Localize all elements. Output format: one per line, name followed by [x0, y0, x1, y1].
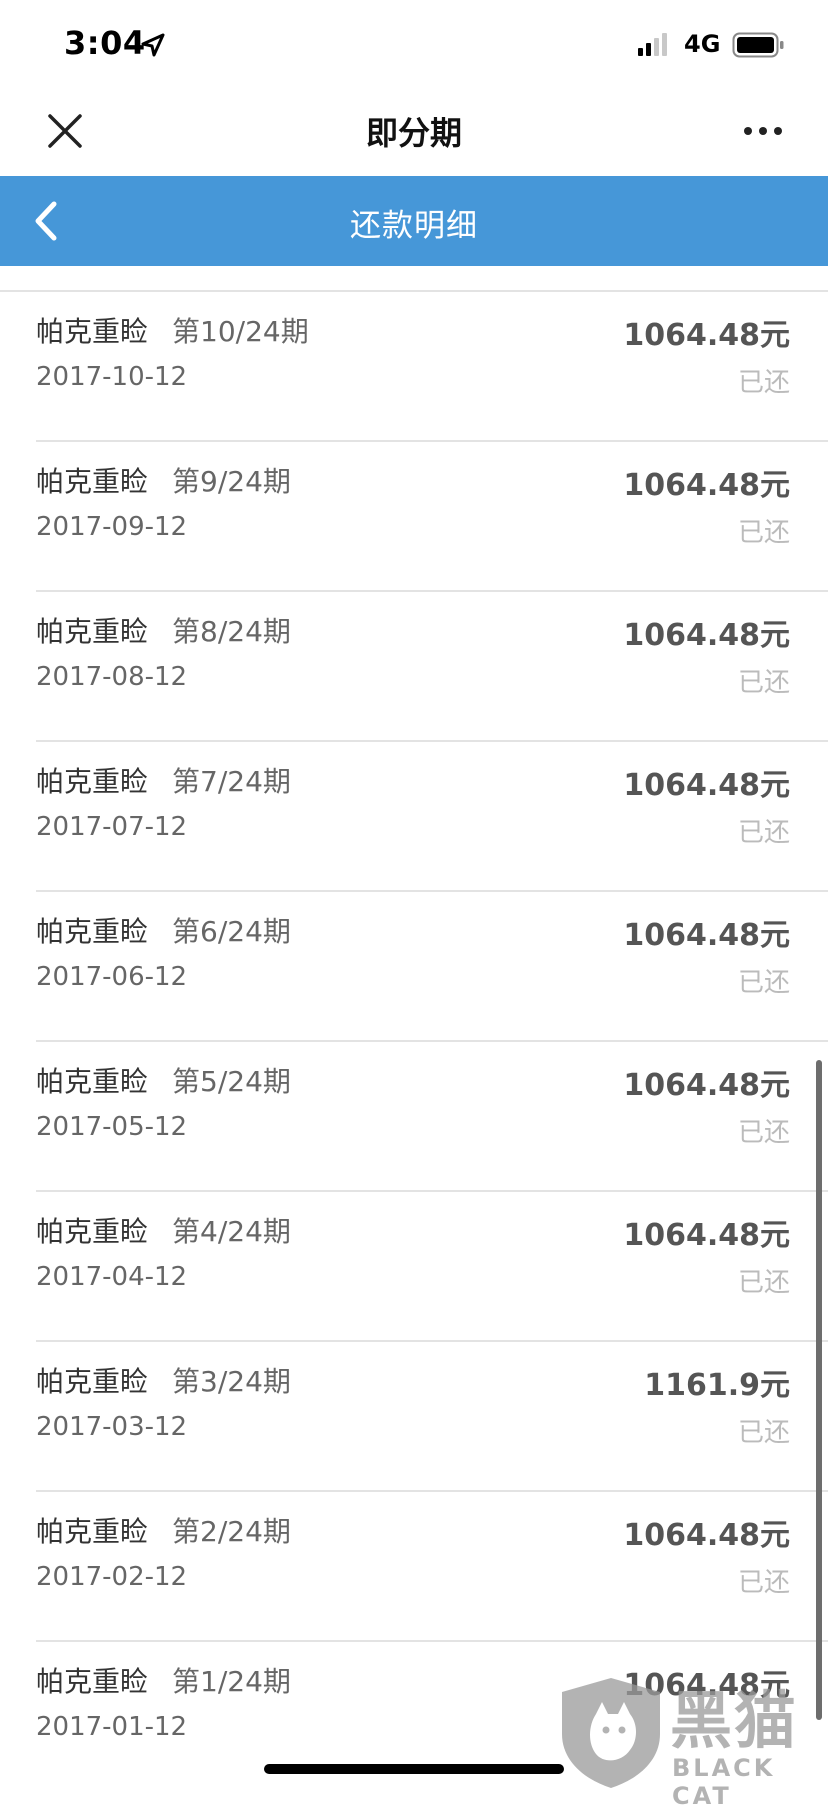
- item-amount: 1064.48元: [623, 1068, 790, 1103]
- item-name: 帕克重睑: [36, 915, 149, 948]
- watermark: 黑猫 BLACK CAT: [556, 1670, 828, 1810]
- item-date: 2017-04-12: [36, 1262, 188, 1292]
- list-item[interactable]: 帕克重睑 第4/24期 2017-04-12 1064.48元 已还: [0, 1192, 828, 1342]
- item-period: 第8/24期: [172, 615, 291, 648]
- more-icon[interactable]: [742, 116, 784, 146]
- item-status: 已还: [737, 1118, 790, 1148]
- item-period: 第5/24期: [172, 1065, 291, 1098]
- item-period: 第2/24期: [172, 1515, 291, 1548]
- item-period: 第1/24期: [172, 1665, 291, 1698]
- item-date: 2017-01-12: [36, 1712, 188, 1742]
- item-date: 2017-07-12: [36, 812, 188, 842]
- page-title: 还款明细: [350, 208, 478, 244]
- item-period: 第9/24期: [172, 465, 291, 498]
- item-status: 已还: [737, 668, 790, 698]
- signal-icon: [638, 33, 667, 56]
- item-status: 已还: [737, 1268, 790, 1298]
- page-header: 还款明细: [0, 176, 828, 266]
- item-date: 2017-06-12: [36, 962, 188, 992]
- list-item[interactable]: 帕克重睑 第9/24期 2017-09-12 1064.48元 已还: [0, 442, 828, 592]
- item-status: 已还: [737, 368, 790, 398]
- list-item[interactable]: 帕克重睑 第5/24期 2017-05-12 1064.48元 已还: [0, 1042, 828, 1192]
- item-status: 已还: [737, 518, 790, 548]
- item-date: 2017-03-12: [36, 1412, 188, 1442]
- status-bar: 3:04 4G: [0, 0, 828, 90]
- item-status: 已还: [737, 968, 790, 998]
- cat-shield-logo-icon: [562, 1678, 660, 1788]
- list-item[interactable]: 帕克重睑 第6/24期 2017-06-12 1064.48元 已还: [0, 892, 828, 1042]
- item-status: 已还: [737, 818, 790, 848]
- item-amount: 1064.48元: [623, 768, 790, 803]
- item-period: 第4/24期: [172, 1215, 291, 1248]
- list-item[interactable]: 帕克重睑 第10/24期 2017-10-12 1064.48元 已还: [0, 292, 828, 442]
- watermark-text-en: BLACK CAT: [672, 1754, 776, 1810]
- item-amount: 1064.48元: [623, 618, 790, 653]
- item-name: 帕克重睑: [36, 765, 149, 798]
- item-status: 已还: [737, 1568, 790, 1598]
- app-title: 即分期: [365, 114, 462, 152]
- item-date: 2017-05-12: [36, 1112, 188, 1142]
- item-amount: 1064.48元: [623, 468, 790, 503]
- item-name: 帕克重睑: [36, 615, 149, 648]
- item-name: 帕克重睑: [36, 1365, 149, 1398]
- list-item[interactable]: 帕克重睑 第7/24期 2017-07-12 1064.48元 已还: [0, 742, 828, 892]
- item-period: 第6/24期: [172, 915, 291, 948]
- item-period: 第3/24期: [172, 1365, 291, 1398]
- item-date: 2017-08-12: [36, 662, 188, 692]
- item-name: 帕克重睑: [36, 1515, 149, 1548]
- item-amount: 1064.48元: [623, 1218, 790, 1253]
- item-period: 第10/24期: [172, 315, 309, 348]
- item-amount: 1064.48元: [623, 918, 790, 953]
- item-date: 2017-02-12: [36, 1562, 188, 1592]
- watermark-text-cn: 黑猫: [670, 1684, 799, 1757]
- item-amount: 1161.9元: [644, 1368, 790, 1403]
- item-period: 第7/24期: [172, 765, 291, 798]
- item-name: 帕克重睑: [36, 1065, 149, 1098]
- list-item[interactable]: 帕克重睑 第3/24期 2017-03-12 1161.9元 已还: [0, 1342, 828, 1492]
- status-time: 3:04: [64, 24, 146, 62]
- scrollbar[interactable]: [816, 1060, 822, 1720]
- list-item[interactable]: 帕克重睑 第2/24期 2017-02-12 1064.48元 已还: [0, 1492, 828, 1642]
- item-amount: 1064.48元: [623, 318, 790, 353]
- item-status: 已还: [737, 1418, 790, 1448]
- battery-icon: [732, 32, 784, 58]
- item-name: 帕克重睑: [36, 1665, 149, 1698]
- item-date: 2017-09-12: [36, 512, 188, 542]
- list-item[interactable]: 帕克重睑 第8/24期 2017-08-12 1064.48元 已还: [0, 592, 828, 742]
- title-bar: 即分期: [0, 90, 828, 176]
- item-amount: 1064.48元: [623, 1518, 790, 1553]
- network-label: 4G: [684, 30, 721, 58]
- home-indicator[interactable]: [264, 1764, 564, 1774]
- item-date: 2017-10-12: [36, 362, 188, 392]
- item-name: 帕克重睑: [36, 465, 149, 498]
- location-arrow-icon: [141, 33, 165, 57]
- item-name: 帕克重睑: [36, 1215, 149, 1248]
- item-name: 帕克重睑: [36, 315, 149, 348]
